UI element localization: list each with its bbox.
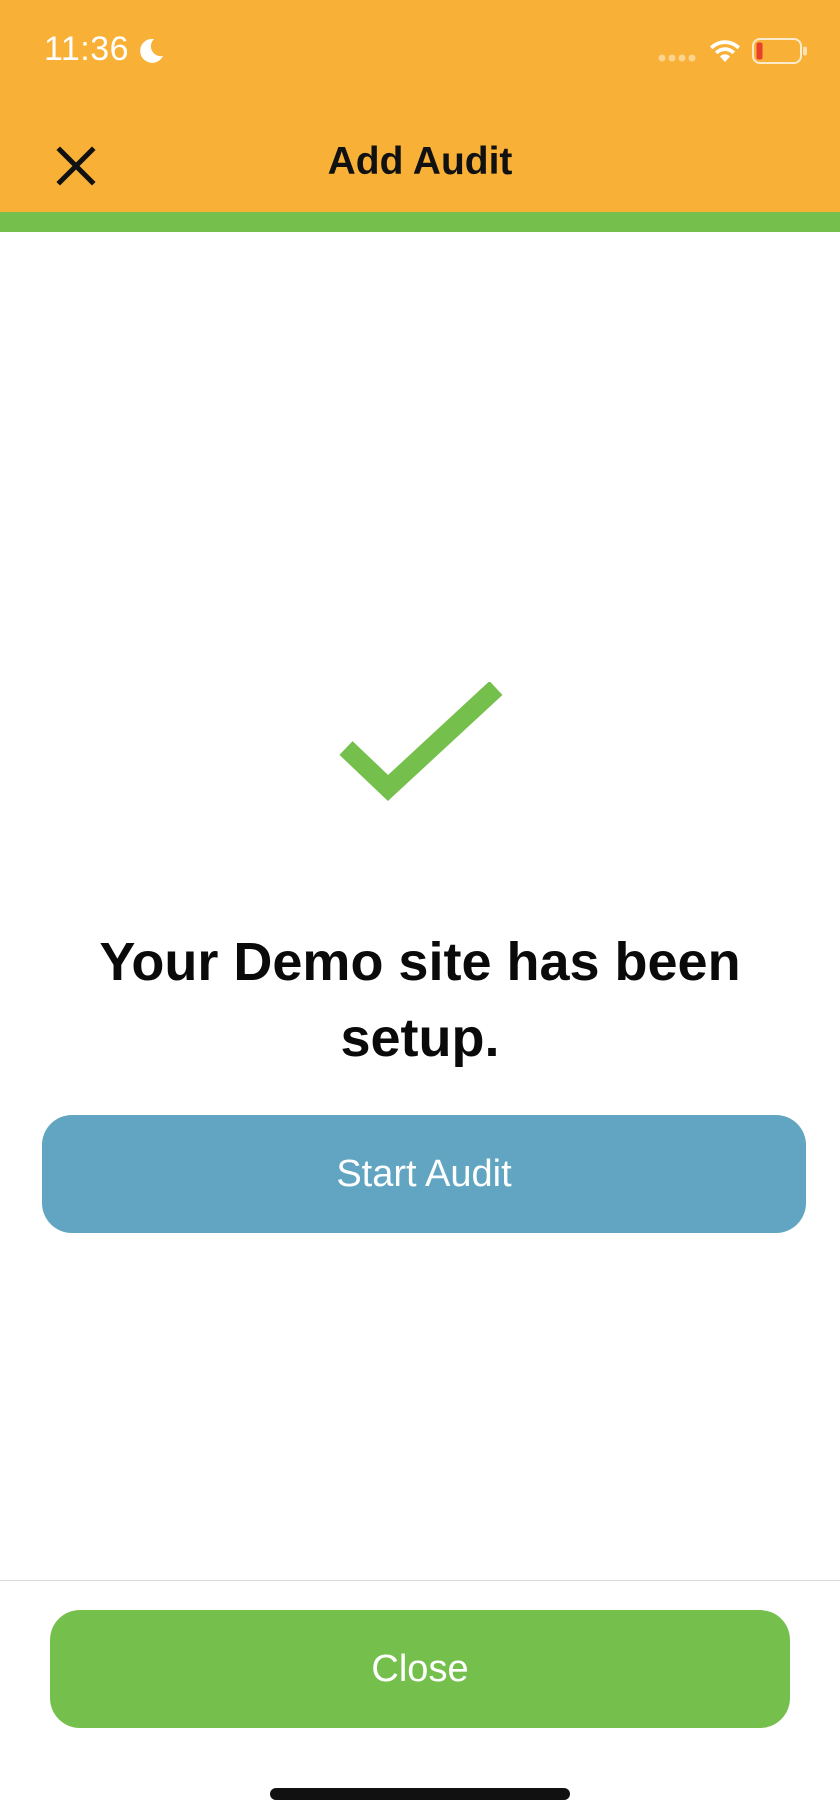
- moon-icon: [140, 38, 163, 63]
- status-bar: 11:36: [0, 0, 840, 100]
- page-title: Add Audit: [327, 140, 513, 183]
- navigation-bar: Add Audit: [0, 100, 840, 212]
- progress-strip: [0, 212, 840, 232]
- wifi-icon: [710, 40, 740, 62]
- success-message: Your Demo site has been setup.: [99, 932, 741, 1068]
- cellular-signal-icon: [658, 54, 696, 62]
- close-button[interactable]: Close: [50, 1610, 790, 1728]
- status-time: 11:36: [44, 30, 130, 68]
- battery-low-icon: [752, 38, 807, 64]
- start-audit-button[interactable]: Start Audit: [42, 1115, 806, 1233]
- home-indicator[interactable]: [270, 1788, 570, 1800]
- checkmark-icon: [339, 682, 503, 802]
- footer-divider: [0, 1580, 840, 1581]
